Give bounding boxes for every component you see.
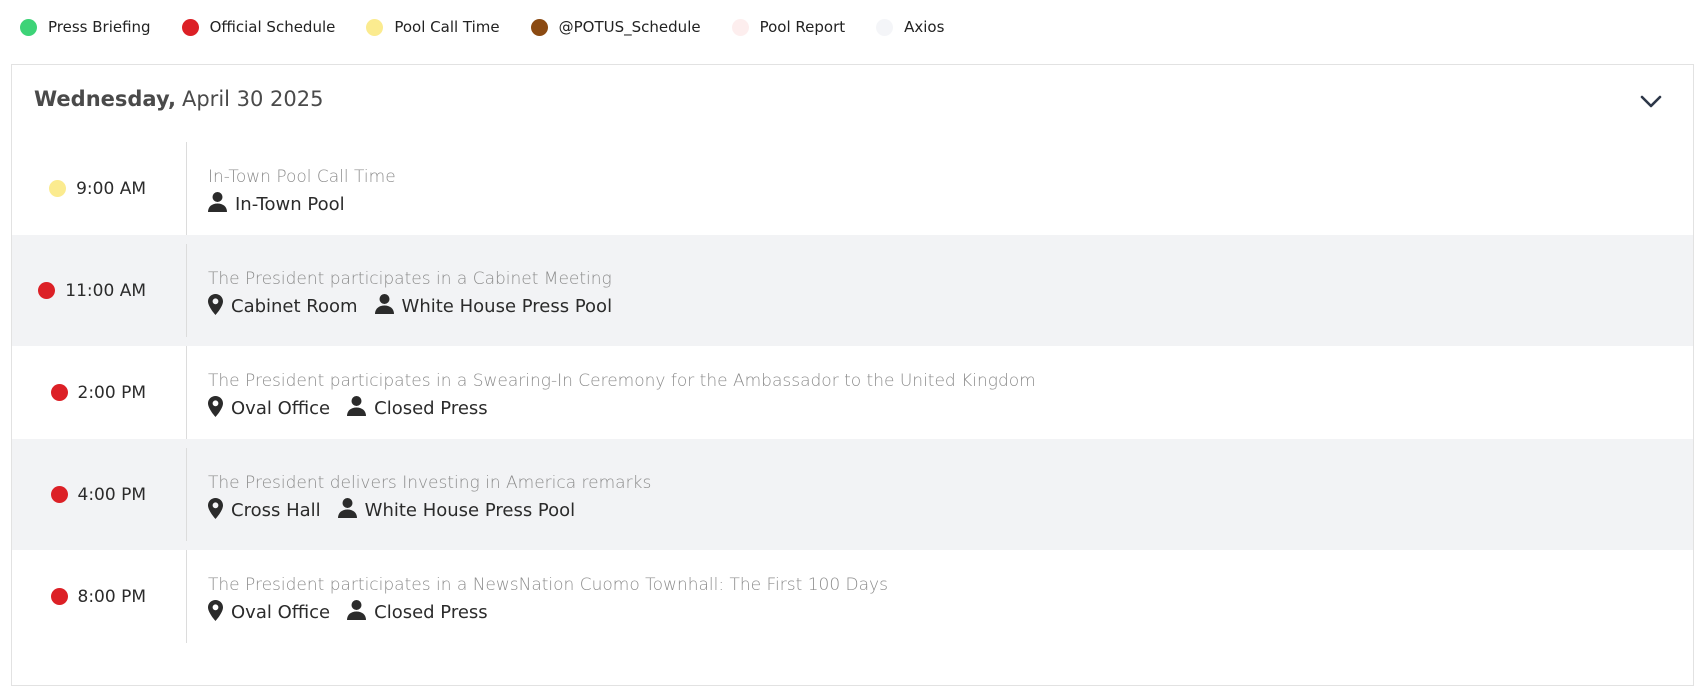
event-title: In-Town Pool Call Time [208, 167, 396, 187]
divider [186, 244, 187, 337]
person-icon [374, 294, 394, 318]
legend-label: Pool Report [759, 18, 846, 36]
legend-dot-icon [20, 18, 37, 36]
event-coverage: In-Town Pool [208, 192, 345, 216]
event-location-text: Cabinet Room [231, 295, 358, 317]
person-icon [337, 498, 357, 522]
legend-label: Official Schedule [209, 18, 336, 36]
event-title: The President participates in a NewsNati… [208, 575, 888, 595]
divider [186, 346, 187, 439]
event-title: The President delivers Investing in Amer… [208, 473, 652, 493]
divider [186, 448, 187, 541]
event-row[interactable]: 2:00 PM The President participates in a S… [12, 337, 1693, 448]
event-detail: The President participates in a NewsNati… [208, 575, 888, 624]
event-meta: Oval Office Closed Press [208, 599, 888, 625]
event-time-cell: 11:00 AM [12, 235, 186, 346]
legend-label: Press Briefing [48, 18, 151, 36]
day-card: Wednesday, April 30 2025 9:00 AM In-Town … [11, 64, 1694, 686]
event-meta: Cabinet Room White House Press Pool [208, 293, 629, 319]
event-type-dot-icon [50, 486, 68, 503]
legend-item[interactable]: Axios [876, 18, 944, 36]
event-coverage: White House Press Pool [337, 498, 576, 522]
event-coverage-text: Closed Press [374, 601, 488, 623]
legend-dot-icon [366, 18, 384, 36]
person-icon [347, 396, 367, 420]
event-row[interactable]: 4:00 PM The President delivers Investing … [12, 439, 1693, 550]
legend-item[interactable]: Official Schedule [181, 18, 336, 36]
event-detail: In-Town Pool Call Time In-Town Pool [208, 167, 396, 216]
event-title: The President participates in a Cabinet … [208, 269, 612, 289]
legend-item[interactable]: @POTUS_Schedule [530, 18, 701, 36]
event-type-dot-icon [49, 180, 67, 197]
map-pin-icon [208, 497, 223, 523]
event-time: 11:00 AM [65, 280, 146, 301]
event-detail: The President participates in a Cabinet … [208, 269, 629, 318]
event-time-cell: 9:00 AM [12, 133, 186, 244]
event-meta: Oval Office Closed Press [208, 395, 1036, 421]
legend-item[interactable]: Pool Report [731, 18, 846, 36]
event-coverage-text: In-Town Pool [235, 193, 345, 215]
divider [186, 142, 187, 235]
event-meta: Cross Hall White House Press Pool [208, 497, 651, 523]
event-time-cell: 2:00 PM [12, 337, 186, 448]
event-location-text: Oval Office [231, 601, 331, 623]
legend-item[interactable]: Pool Call Time [366, 18, 500, 36]
event-coverage-text: Closed Press [374, 397, 488, 419]
legend-item[interactable]: Press Briefing [20, 18, 151, 36]
person-icon [208, 192, 227, 216]
event-time: 4:00 PM [77, 484, 147, 505]
legend: Press Briefing Official Schedule Pool Call… [20, 17, 975, 37]
chevron-down-icon[interactable] [1639, 89, 1663, 113]
event-type-dot-icon [38, 282, 56, 299]
event-row[interactable]: 11:00 AM The President participates in a … [12, 235, 1693, 346]
event-coverage: Closed Press [347, 600, 488, 624]
event-title: The President participates in a Swearing… [208, 371, 1036, 391]
day-date: April 30 2025 [181, 87, 324, 111]
event-coverage: Closed Press [347, 396, 488, 420]
event-location-text: Oval Office [231, 397, 331, 419]
event-coverage-text: White House Press Pool [364, 499, 576, 521]
event-meta: In-Town Pool [208, 192, 396, 216]
event-time: 8:00 PM [77, 586, 147, 607]
event-type-dot-icon [50, 588, 68, 605]
legend-dot-icon [876, 18, 894, 36]
event-detail: The President delivers Investing in Amer… [208, 473, 651, 522]
event-location-text: Cross Hall [231, 499, 321, 521]
legend-dot-icon [181, 18, 199, 36]
event-location: Cross Hall [208, 497, 321, 523]
event-location: Oval Office [208, 599, 331, 625]
event-row[interactable]: 9:00 AM In-Town Pool Call Time In-Town Poo… [12, 133, 1693, 244]
legend-label: Axios [904, 18, 945, 36]
legend-label: @POTUS_Schedule [558, 18, 701, 36]
event-time-cell: 4:00 PM [12, 439, 186, 550]
event-type-dot-icon [50, 384, 68, 401]
event-detail: The President participates in a Swearing… [208, 371, 1036, 420]
event-time: 2:00 PM [77, 382, 147, 403]
event-location: Oval Office [208, 395, 331, 421]
legend-label: Pool Call Time [394, 18, 500, 36]
map-pin-icon [208, 599, 223, 625]
divider [186, 550, 187, 643]
day-header[interactable]: Wednesday, April 30 2025 [12, 65, 1693, 133]
map-pin-icon [208, 293, 223, 319]
event-row[interactable]: 8:00 PM The President participates in a N… [12, 541, 1693, 652]
map-pin-icon [208, 395, 223, 421]
event-location: Cabinet Room [208, 293, 358, 319]
person-icon [347, 600, 367, 624]
day-weekday: Wednesday, [34, 87, 176, 111]
event-coverage: White House Press Pool [374, 294, 613, 318]
legend-dot-icon [530, 18, 548, 36]
event-time: 9:00 AM [76, 178, 146, 199]
event-coverage-text: White House Press Pool [401, 295, 613, 317]
legend-dot-icon [731, 18, 749, 36]
event-time-cell: 8:00 PM [12, 541, 186, 652]
